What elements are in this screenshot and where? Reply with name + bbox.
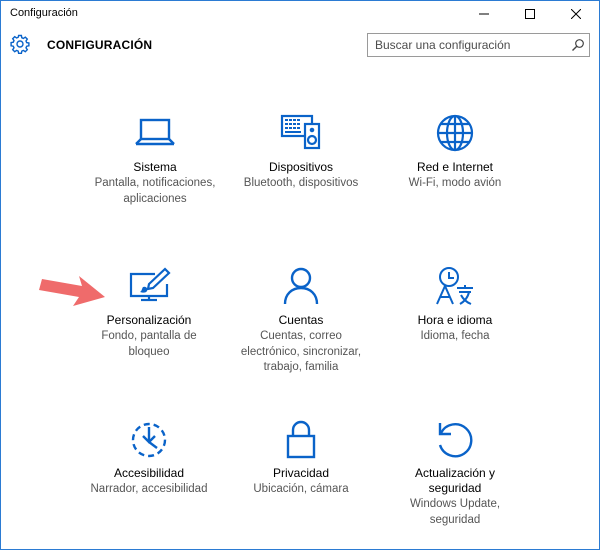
tile-description: Windows Update, seguridad [409, 498, 501, 526]
tile-description: Fondo, pantalla de bloqueo [101, 330, 197, 358]
tile-description: Narrador, accesibilidad [90, 483, 208, 495]
search-icon[interactable] [571, 38, 585, 52]
window-title: Configuración [10, 7, 78, 19]
tile-name: Red e Internet [416, 160, 494, 174]
tile-name: Privacidad [272, 466, 330, 480]
search-input[interactable] [368, 34, 564, 56]
search-box[interactable] [367, 33, 590, 57]
update-icon [438, 423, 473, 458]
tile-dispositivos[interactable]: Dispositivos Bluetooth, dispositivos [216, 113, 386, 192]
tile-name: Hora e idioma [417, 313, 493, 327]
tile-name: Personalización [106, 313, 192, 327]
lock-icon [286, 420, 316, 459]
tile-hora-e-idioma[interactable]: Hora e idioma Idioma, fecha [370, 266, 540, 345]
tile-description: Idioma, fecha [420, 330, 490, 342]
title-bar[interactable]: Configuración [1, 1, 599, 27]
tile-cuentas[interactable]: Cuentas Cuentas, correo electrónico, sin… [216, 266, 386, 376]
ease-of-access-icon [131, 422, 167, 458]
time-language-icon [436, 267, 473, 305]
tile-description: Bluetooth, dispositivos [243, 177, 359, 189]
laptop-icon [135, 118, 175, 146]
tile-name: Dispositivos [268, 160, 334, 174]
close-button[interactable] [553, 1, 599, 27]
tile-red-e-internet[interactable]: Red e Internet Wi-Fi, modo avión [370, 113, 540, 192]
tile-description: Wi-Fi, modo avión [408, 177, 502, 189]
gear-icon [10, 34, 30, 54]
tile-accesibilidad[interactable]: Accesibilidad Narrador, accesibilidad [64, 419, 234, 498]
tile-sistema[interactable]: Sistema Pantalla, notificaciones, aplica… [70, 113, 240, 207]
close-icon [571, 9, 581, 19]
maximize-icon [525, 9, 535, 19]
tile-description: Pantalla, notificaciones, aplicaciones [94, 177, 216, 205]
tile-name: Cuentas [278, 313, 324, 327]
tile-name: Actualización y seguridad [414, 466, 496, 495]
settings-window: Configuración CONFIGURACIÓN Buscar una c… [0, 0, 600, 550]
tile-actualizacion-y-seguridad[interactable]: Actualización y seguridad Windows Update… [370, 419, 540, 528]
person-icon [283, 267, 319, 305]
tile-description: Ubicación, cámara [253, 483, 349, 495]
devices-icon [280, 114, 321, 150]
tile-name: Accesibilidad [113, 466, 185, 480]
personalization-icon [129, 267, 171, 302]
pointer-arrow-icon [39, 276, 105, 306]
tile-name: Sistema [133, 160, 177, 174]
maximize-button[interactable] [507, 1, 553, 27]
tile-description: Cuentas, correo electrónico, sincronizar… [240, 330, 362, 373]
page-title: CONFIGURACIÓN [47, 38, 153, 52]
minimize-icon [479, 13, 489, 15]
globe-icon [436, 114, 474, 152]
minimize-button[interactable] [461, 1, 507, 27]
tile-privacidad[interactable]: Privacidad Ubicación, cámara [216, 419, 386, 498]
